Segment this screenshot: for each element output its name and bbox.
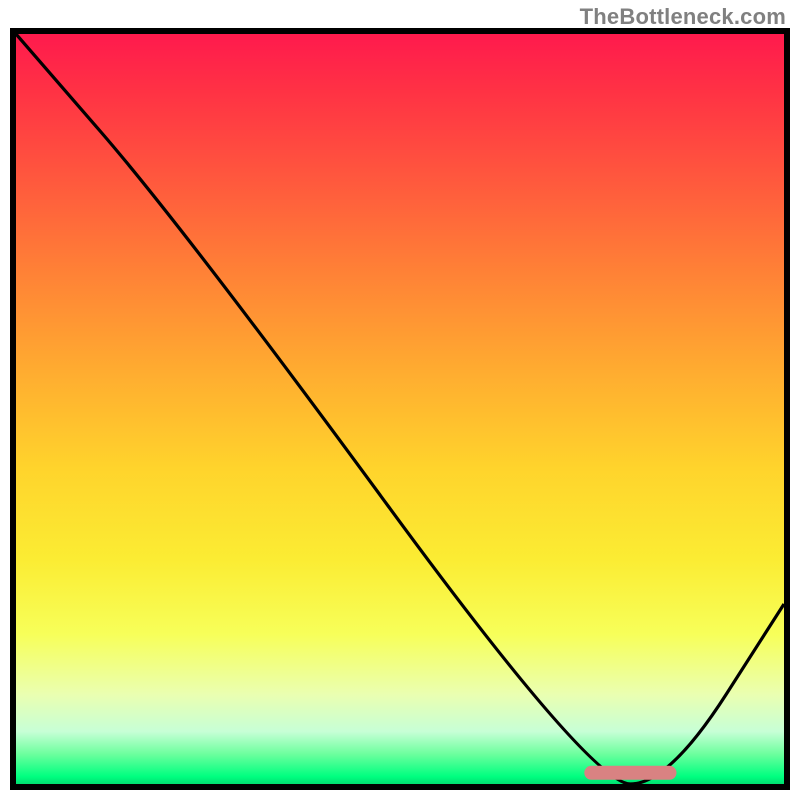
chart-frame: [10, 28, 790, 790]
optimal-range-marker: [584, 766, 676, 780]
attribution-text: TheBottleneck.com: [580, 4, 786, 30]
bottleneck-curve: [16, 34, 784, 784]
chart-svg: [16, 34, 784, 784]
